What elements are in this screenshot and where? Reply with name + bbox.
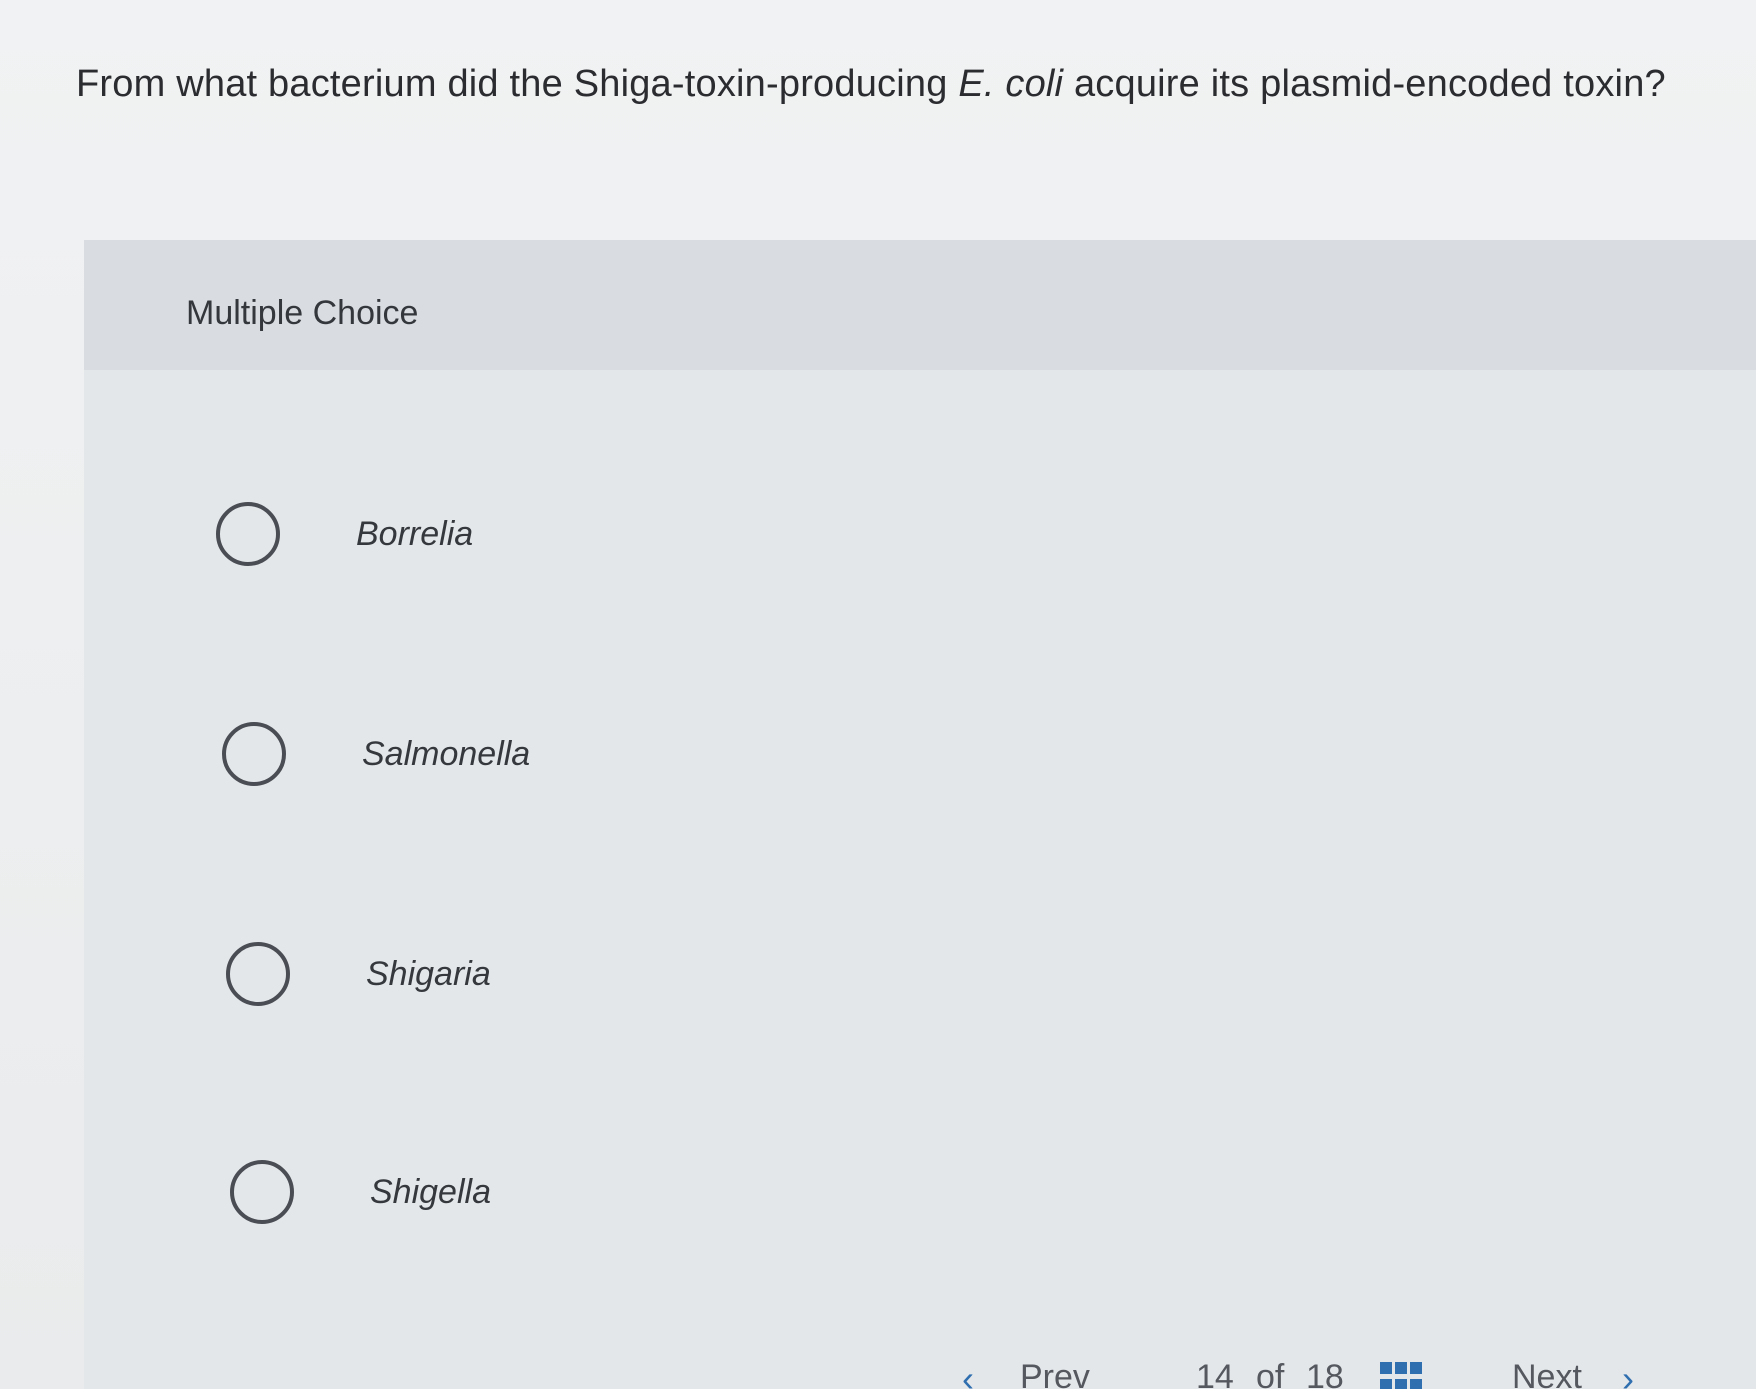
question-navigation: ‹ Prev 14 of 18 Next › — [0, 1350, 1756, 1389]
option-label: Salmonella — [362, 734, 531, 773]
question-position-current: 14 — [1196, 1358, 1234, 1389]
radio-button[interactable] — [222, 722, 286, 786]
radio-button[interactable] — [226, 942, 290, 1006]
next-button[interactable]: Next — [1512, 1358, 1582, 1389]
question-text: From what bacterium did the Shiga-toxin-… — [76, 58, 1696, 110]
option-label: Shigaria — [366, 954, 491, 993]
panel-header: Multiple Choice — [84, 240, 1756, 370]
option-shigaria[interactable]: Shigaria — [226, 942, 491, 1006]
grid-icon[interactable] — [1380, 1362, 1422, 1389]
radio-button[interactable] — [216, 502, 280, 566]
option-salmonella[interactable]: Salmonella — [222, 722, 530, 786]
assessment-page: From what bacterium did the Shiga-toxin-… — [0, 0, 1756, 1389]
answer-panel: Multiple Choice Borrelia Salmonella Shig… — [84, 240, 1756, 1389]
question-text-start: From what bacterium did the Shiga-toxin-… — [76, 63, 959, 105]
question-position-of: of — [1256, 1358, 1285, 1389]
radio-button[interactable] — [230, 1160, 294, 1224]
chevron-right-icon[interactable]: › — [1622, 1358, 1634, 1389]
question-text-end: acquire its plasmid-encoded toxin? — [1063, 63, 1666, 105]
option-shigella[interactable]: Shigella — [230, 1160, 491, 1224]
question-type-label: Multiple Choice — [186, 294, 419, 332]
option-borrelia[interactable]: Borrelia — [216, 502, 473, 566]
option-label: Shigella — [370, 1172, 491, 1211]
chevron-left-icon[interactable]: ‹ — [962, 1358, 974, 1389]
question-position-total: 18 — [1306, 1358, 1344, 1389]
prev-button[interactable]: Prev — [1020, 1358, 1090, 1389]
question-text-organism: E. coli — [958, 63, 1064, 105]
option-label: Borrelia — [356, 514, 474, 553]
